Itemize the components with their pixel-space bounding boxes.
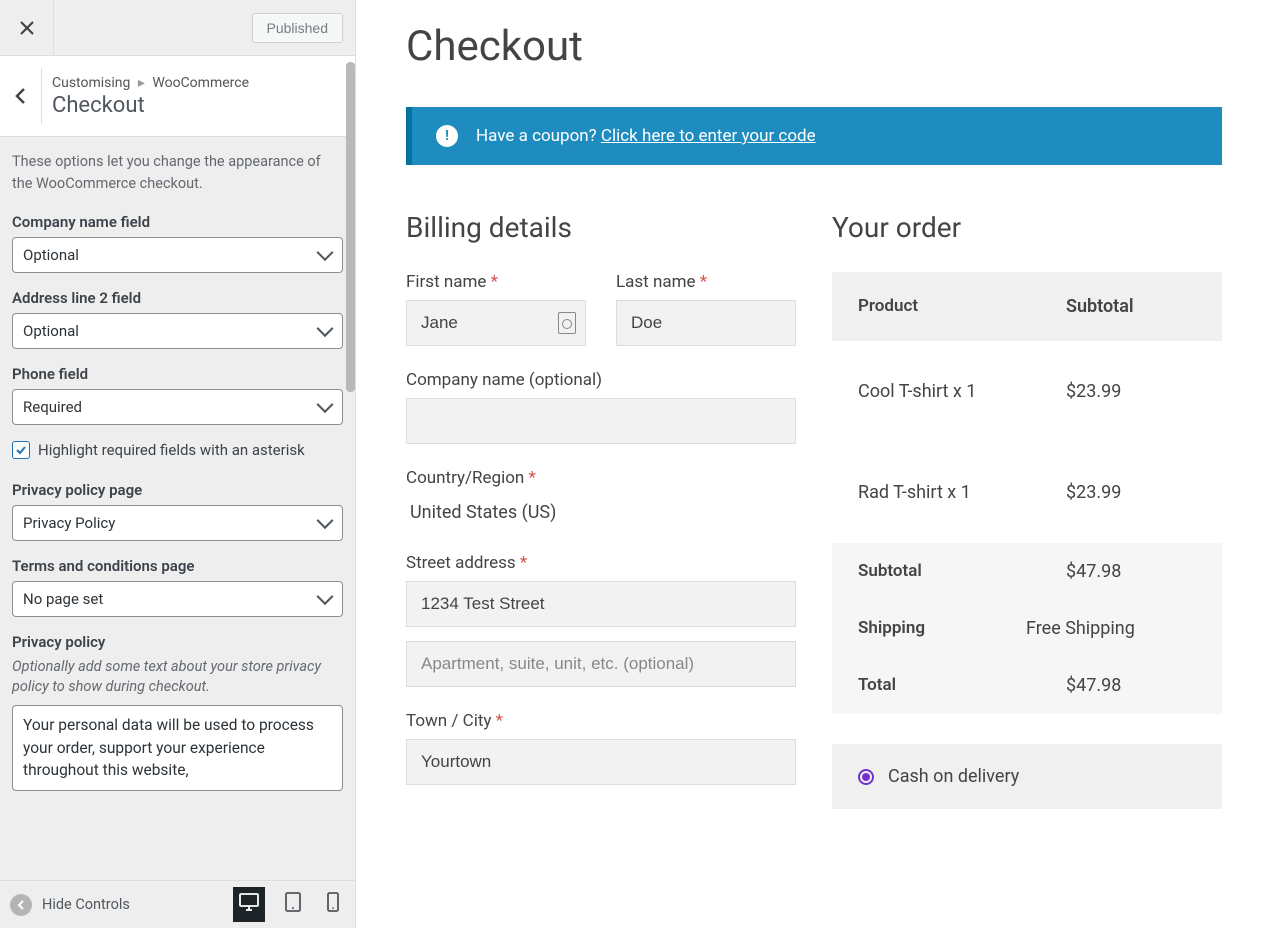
breadcrumb-parent: WooCommerce (152, 75, 249, 91)
order-title: Your order (832, 211, 1222, 244)
device-mobile-icon[interactable] (321, 886, 345, 923)
order-section: Your order Product Subtotal Cool T-shirt… (832, 211, 1222, 809)
last-name-input[interactable] (616, 300, 796, 346)
billing-title: Billing details (406, 211, 796, 244)
privacy-page-label: Privacy policy page (12, 481, 343, 499)
country-select[interactable]: United States (US) (406, 496, 796, 529)
sidebar-description: These options let you change the appeara… (12, 151, 343, 195)
country-label: Country/Region * (406, 468, 796, 488)
customizer-sidebar: Published Customising ▸ WooCommerce Chec… (0, 0, 356, 928)
publish-button[interactable]: Published (252, 13, 344, 43)
total-value: $47.98 (1066, 675, 1196, 696)
company-field-label: Company name field (12, 213, 343, 231)
billing-section: Billing details First name * Last name * (406, 211, 796, 809)
order-item-row: Rad T-shirt x 1 $23.99 (832, 442, 1222, 543)
sidebar-footer: Hide Controls (0, 880, 355, 928)
order-item-price: $23.99 (1066, 381, 1196, 402)
close-button[interactable] (0, 0, 54, 56)
payment-cod-option[interactable]: Cash on delivery (858, 766, 1196, 787)
chevron-left-icon (16, 900, 26, 910)
breadcrumb-trail: Customising ▸ WooCommerce (52, 75, 249, 91)
coupon-prompt: Have a coupon? (476, 126, 601, 146)
phone-field-label: Phone field (12, 365, 343, 383)
terms-page-label: Terms and conditions page (12, 557, 343, 575)
order-subtotal-row: Subtotal $47.98 (832, 543, 1222, 600)
street2-input[interactable] (406, 641, 796, 687)
subtotal-label: Subtotal (858, 561, 1066, 582)
address2-field-label: Address line 2 field (12, 289, 343, 307)
check-icon (15, 444, 27, 456)
payment-methods: Cash on delivery (832, 744, 1222, 809)
phone-field-select[interactable]: Required (12, 389, 343, 425)
city-label: Town / City * (406, 711, 796, 731)
highlight-required-label: Highlight required fields with an asteri… (38, 441, 305, 459)
preview-pane: Checkout ! Have a coupon? Click here to … (356, 0, 1272, 928)
sidebar-controls: These options let you change the appeara… (0, 137, 355, 880)
breadcrumb-separator-icon: ▸ (134, 75, 149, 91)
col-subtotal: Subtotal (1066, 296, 1196, 317)
company-label: Company name (optional) (406, 370, 796, 390)
street-label: Street address * (406, 553, 796, 573)
last-name-label: Last name * (616, 272, 796, 292)
info-icon: ! (436, 125, 458, 147)
city-input[interactable] (406, 739, 796, 785)
order-shipping-row: Shipping Free Shipping (832, 600, 1222, 657)
shipping-value: Free Shipping (1026, 618, 1196, 639)
close-icon (19, 20, 35, 36)
order-table: Product Subtotal Cool T-shirt x 1 $23.99… (832, 272, 1222, 714)
sidebar-top-bar: Published (0, 0, 355, 56)
payment-cod-label: Cash on delivery (888, 766, 1019, 787)
company-field-select[interactable]: Optional (12, 237, 343, 273)
chevron-left-icon (14, 87, 28, 105)
sidebar-scrollbar[interactable] (346, 62, 355, 392)
first-name-label: First name * (406, 272, 586, 292)
breadcrumb: Customising ▸ WooCommerce Checkout (0, 56, 355, 137)
autofill-icon[interactable] (558, 312, 576, 334)
privacy-policy-textarea[interactable] (12, 705, 343, 791)
order-total-row: Total $47.98 (832, 657, 1222, 714)
breadcrumb-current: Checkout (52, 93, 249, 118)
breadcrumb-root: Customising (52, 75, 130, 91)
highlight-required-checkbox[interactable] (12, 441, 30, 459)
address2-field-select[interactable]: Optional (12, 313, 343, 349)
highlight-required-row[interactable]: Highlight required fields with an asteri… (12, 441, 343, 459)
privacy-policy-label: Privacy policy (12, 633, 343, 651)
device-desktop-icon[interactable] (233, 887, 265, 922)
street-input[interactable] (406, 581, 796, 627)
back-button[interactable] (0, 68, 42, 124)
total-label: Total (858, 675, 1066, 696)
radio-selected-icon (858, 769, 874, 785)
order-item-name: Cool T-shirt x 1 (858, 381, 1066, 402)
order-item-name: Rad T-shirt x 1 (858, 482, 1066, 503)
order-totals: Subtotal $47.98 Shipping Free Shipping T… (832, 543, 1222, 714)
company-input[interactable] (406, 398, 796, 444)
order-table-header: Product Subtotal (832, 272, 1222, 341)
shipping-label: Shipping (858, 618, 1026, 639)
coupon-link[interactable]: Click here to enter your code (601, 126, 816, 146)
page-title: Checkout (406, 22, 1222, 71)
order-item-row: Cool T-shirt x 1 $23.99 (832, 341, 1222, 442)
order-item-price: $23.99 (1066, 482, 1196, 503)
hide-controls-link[interactable]: Hide Controls (42, 896, 130, 913)
coupon-notice: ! Have a coupon? Click here to enter you… (406, 107, 1222, 165)
terms-page-select[interactable]: No page set (12, 581, 343, 617)
privacy-policy-description: Optionally add some text about your stor… (12, 657, 343, 698)
device-tablet-icon[interactable] (279, 886, 307, 923)
privacy-page-select[interactable]: Privacy Policy (12, 505, 343, 541)
col-product: Product (858, 296, 1066, 317)
subtotal-value: $47.98 (1066, 561, 1196, 582)
collapse-icon[interactable] (10, 894, 32, 916)
